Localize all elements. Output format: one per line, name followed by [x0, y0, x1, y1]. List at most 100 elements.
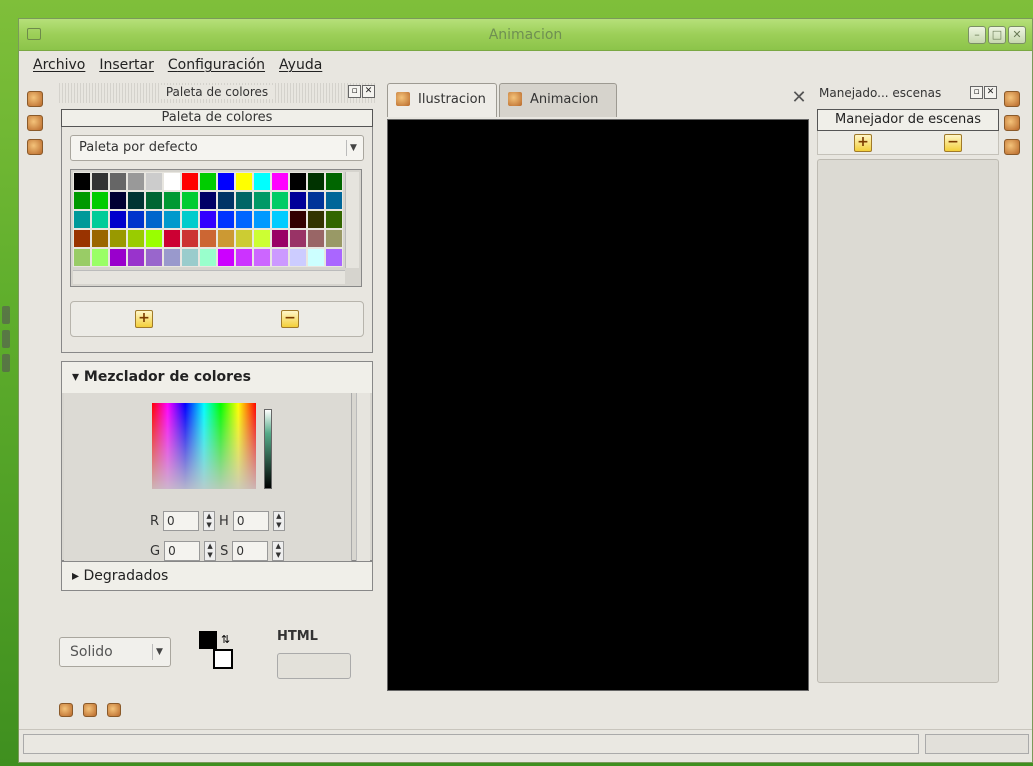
color-swatch[interactable] — [217, 191, 235, 210]
html-color-input[interactable] — [277, 653, 351, 679]
palette-dock-header[interactable]: Paleta de colores ▫ ✕ — [57, 83, 377, 103]
add-scene-button[interactable]: + — [854, 133, 872, 152]
color-swatch[interactable] — [199, 172, 217, 191]
background-color[interactable] — [213, 649, 233, 669]
color-swatch[interactable] — [145, 229, 163, 248]
color-swatch[interactable] — [163, 229, 181, 248]
luminance-slider[interactable] — [264, 409, 272, 489]
add-color-button[interactable]: + — [135, 310, 153, 328]
swatch-grid[interactable] — [73, 172, 345, 268]
color-swatch[interactable] — [91, 172, 109, 191]
color-swatch[interactable] — [199, 229, 217, 248]
color-swatch[interactable] — [289, 210, 307, 229]
color-swatch[interactable] — [271, 191, 289, 210]
remove-color-button[interactable]: − — [281, 310, 299, 328]
color-spectrum[interactable] — [152, 403, 256, 489]
color-swatch[interactable] — [91, 210, 109, 229]
color-swatch[interactable] — [253, 229, 271, 248]
color-swatch[interactable] — [163, 210, 181, 229]
color-swatch[interactable] — [127, 191, 145, 210]
close-tab-icon[interactable]: ✕ — [789, 89, 809, 109]
tab-ilustracion[interactable]: Ilustracion — [387, 83, 497, 117]
color-swatch[interactable] — [307, 191, 325, 210]
mixer-scrollbar[interactable] — [356, 393, 370, 561]
color-swatch[interactable] — [109, 172, 127, 191]
color-swatch[interactable] — [181, 229, 199, 248]
color-swatch[interactable] — [109, 191, 127, 210]
color-swatch[interactable] — [91, 229, 109, 248]
color-swatch[interactable] — [307, 229, 325, 248]
color-swatch[interactable] — [307, 210, 325, 229]
palette-select[interactable]: Paleta por defecto ▼ — [70, 135, 364, 161]
color-swatch[interactable] — [325, 229, 343, 248]
drawing-canvas[interactable] — [387, 119, 809, 691]
color-swatch[interactable] — [307, 248, 325, 267]
color-swatch[interactable] — [307, 172, 325, 191]
g-stepper[interactable]: ▲ ▼ — [204, 541, 217, 561]
color-swatch[interactable] — [217, 172, 235, 191]
color-swatch[interactable] — [145, 172, 163, 191]
close-icon[interactable]: ✕ — [1008, 26, 1026, 44]
library-tool-icon[interactable] — [1004, 115, 1020, 131]
color-swatch[interactable] — [181, 172, 199, 191]
color-swatch[interactable] — [163, 172, 181, 191]
fill-type-select[interactable]: Solido ▼ — [59, 637, 171, 667]
color-swatch[interactable] — [325, 210, 343, 229]
color-swatch[interactable] — [91, 248, 109, 267]
color-swatch[interactable] — [73, 210, 91, 229]
fg-bg-color-selector[interactable]: ⇅ — [199, 631, 239, 671]
tab-animacion[interactable]: Animacion — [499, 83, 617, 117]
color-swatch[interactable] — [217, 248, 235, 267]
menu-archivo[interactable]: Archivo — [33, 57, 85, 73]
color-swatch[interactable] — [73, 172, 91, 191]
color-swatch[interactable] — [199, 210, 217, 229]
color-swatch[interactable] — [235, 172, 253, 191]
menu-insertar[interactable]: Insertar — [99, 57, 154, 73]
color-swatch[interactable] — [181, 248, 199, 267]
color-swatch[interactable] — [127, 210, 145, 229]
swatch-vertical-scrollbar[interactable] — [345, 172, 359, 268]
s-stepper[interactable]: ▲ ▼ — [272, 541, 285, 561]
color-swatch[interactable] — [127, 248, 145, 267]
r-stepper[interactable]: ▲ ▼ — [203, 511, 216, 531]
color-swatch[interactable] — [181, 191, 199, 210]
dock-close-icon[interactable]: ✕ — [362, 85, 375, 98]
color-swatch[interactable] — [181, 210, 199, 229]
color-swatch[interactable] — [325, 172, 343, 191]
color-swatch[interactable] — [289, 229, 307, 248]
color-swatch[interactable] — [271, 210, 289, 229]
s-input[interactable]: 0 — [232, 541, 269, 561]
color-swatch[interactable] — [235, 191, 253, 210]
color-swatch[interactable] — [271, 248, 289, 267]
color-swatch[interactable] — [325, 191, 343, 210]
scene-list[interactable] — [817, 159, 999, 683]
color-swatch[interactable] — [109, 229, 127, 248]
color-swatch[interactable] — [235, 210, 253, 229]
scene-dock-header[interactable]: Manejado... escenas ▫ ✕ — [817, 83, 999, 105]
color-swatch[interactable] — [73, 229, 91, 248]
color-swatch[interactable] — [271, 229, 289, 248]
swatch-horizontal-scrollbar[interactable] — [73, 270, 345, 284]
color-swatch[interactable] — [145, 191, 163, 210]
color-swatch[interactable] — [253, 191, 271, 210]
color-swatch[interactable] — [199, 248, 217, 267]
color-swatch[interactable] — [163, 191, 181, 210]
color-swatch[interactable] — [289, 248, 307, 267]
color-swatch[interactable] — [235, 229, 253, 248]
title-bar[interactable]: Animacion – □ ✕ — [19, 19, 1032, 51]
brush-tool-icon[interactable] — [27, 115, 43, 131]
color-swatch[interactable] — [253, 248, 271, 267]
color-swatch[interactable] — [109, 210, 127, 229]
maximize-icon[interactable]: □ — [988, 26, 1006, 44]
menu-configuracion[interactable]: Configuración — [168, 57, 265, 73]
color-swatch[interactable] — [253, 172, 271, 191]
tool-icon-3[interactable] — [107, 703, 121, 717]
h-stepper[interactable]: ▲ ▼ — [272, 511, 285, 531]
remove-scene-button[interactable]: − — [944, 133, 962, 152]
swap-colors-icon[interactable]: ⇅ — [221, 633, 230, 646]
color-swatch[interactable] — [199, 191, 217, 210]
color-swatch[interactable] — [163, 248, 181, 267]
color-swatch[interactable] — [217, 210, 235, 229]
gear-tool-icon[interactable] — [27, 139, 43, 155]
color-swatch[interactable] — [109, 248, 127, 267]
